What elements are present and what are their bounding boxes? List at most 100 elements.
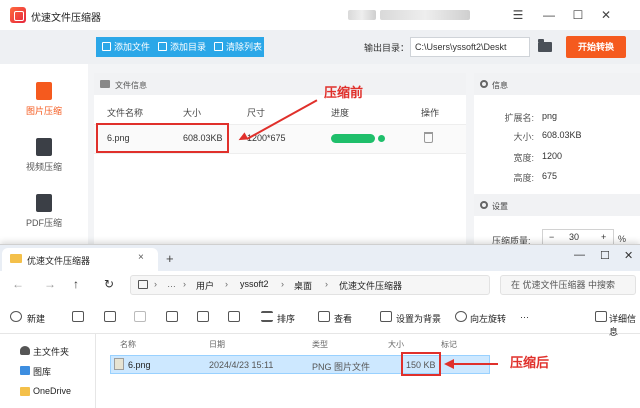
col-header-dims: 尺寸	[247, 108, 266, 118]
close-button[interactable]: ✕	[598, 7, 614, 23]
breadcrumb-users[interactable]: 用户	[196, 279, 214, 292]
col-header-size[interactable]: 大小	[388, 339, 404, 350]
rename-icon[interactable]	[166, 311, 178, 322]
clear-list-button[interactable]: 清除列表	[208, 37, 264, 57]
copy-icon[interactable]	[104, 311, 116, 322]
image-compress-icon	[36, 82, 52, 100]
view-icon	[318, 311, 330, 322]
info-key-size: 大小:	[513, 132, 534, 142]
quality-plus-button[interactable]: +	[601, 232, 606, 242]
folder-icon	[10, 254, 22, 263]
nav-onedrive[interactable]: OneDrive	[33, 386, 71, 396]
sidebar-item-image[interactable]: 图片压缩	[0, 72, 88, 128]
before-highlight-box	[96, 123, 229, 153]
done-check-icon	[378, 135, 385, 142]
quality-minus-button[interactable]: −	[549, 232, 554, 242]
screen: 优速文件压缩器 ☰ — ☐ ✕ 添加文件 添加目录 清除列表 输出目录： C:\…	[0, 0, 640, 408]
col-header-type[interactable]: 类型	[312, 339, 328, 350]
blurred-username	[380, 10, 470, 20]
breadcrumb-folder[interactable]: 优速文件压缩器	[339, 279, 402, 292]
explorer-close-button[interactable]: ✕	[624, 249, 633, 262]
explorer-tab-title: 优速文件压缩器	[27, 256, 91, 266]
breadcrumb-user[interactable]: yssoft2	[240, 279, 269, 289]
menu-icon[interactable]: ☰	[510, 7, 526, 23]
share-icon[interactable]	[197, 311, 209, 322]
breadcrumb-more[interactable]: …	[167, 279, 176, 289]
info-panel-title: 信息	[492, 81, 508, 90]
quality-value: 30	[569, 232, 580, 242]
background-icon	[380, 311, 392, 322]
sidebar-item-label: 视频压缩	[25, 162, 62, 172]
col-header-progress: 进度	[331, 108, 350, 118]
sidebar-item-pdf[interactable]: PDF压缩	[0, 184, 88, 240]
info-key-width: 宽度:	[513, 153, 534, 163]
add-file-icon	[102, 42, 111, 51]
more-commands-button[interactable]: ···	[520, 312, 529, 322]
video-compress-icon	[36, 138, 52, 156]
rotate-left-icon	[455, 311, 467, 322]
quality-unit: %	[618, 234, 627, 244]
explorer-minimize-button[interactable]: —	[574, 249, 585, 261]
blurred-avatar	[348, 10, 376, 20]
quality-stepper[interactable]: − 30 +	[542, 229, 614, 245]
add-dir-button[interactable]: 添加目录	[152, 37, 208, 57]
clear-list-label: 清除列表	[226, 42, 263, 52]
add-dir-label: 添加目录	[170, 42, 207, 52]
delete-file-icon[interactable]	[228, 311, 240, 322]
back-arrow-icon[interactable]: ←	[12, 277, 24, 291]
refresh-icon[interactable]: ↻	[104, 277, 114, 291]
nav-gallery[interactable]: 图库	[33, 365, 51, 378]
up-arrow-icon[interactable]: ↑	[73, 277, 79, 291]
browse-folder-icon[interactable]	[538, 39, 552, 52]
forward-arrow-icon[interactable]: →	[44, 277, 56, 291]
col-header-size: 大小	[183, 108, 202, 118]
explorer-maximize-button[interactable]: ☐	[600, 249, 610, 262]
monitor-icon	[138, 280, 148, 289]
cut-icon[interactable]	[72, 311, 84, 322]
pdf-compress-icon	[36, 194, 52, 212]
search-input[interactable]: 在 优速文件压缩器 中搜索	[500, 275, 636, 295]
sidebar-item-video[interactable]: 视频压缩	[0, 128, 88, 184]
col-header-action: 操作	[421, 108, 440, 118]
details-icon	[595, 311, 607, 322]
info-val-size: 608.03KB	[542, 130, 582, 140]
before-annotation: 压缩前	[324, 85, 364, 100]
app-logo-icon	[10, 7, 26, 23]
delete-icon[interactable]	[424, 132, 433, 143]
start-convert-button[interactable]: 开始转换	[566, 36, 626, 58]
col-header-name[interactable]: 名称	[120, 339, 136, 350]
new-tab-button[interactable]: +	[166, 251, 174, 266]
info-val-width: 1200	[542, 151, 563, 161]
maximize-button[interactable]: ☐	[570, 7, 586, 23]
view-button[interactable]: 查看	[334, 312, 352, 325]
rotate-left-button[interactable]: 向左旋转	[470, 312, 506, 325]
add-folder-icon	[158, 42, 167, 51]
minimize-button[interactable]: —	[541, 7, 557, 23]
col-header-tags[interactable]: 标记	[441, 339, 457, 350]
new-button[interactable]: 新建	[27, 312, 45, 325]
tab-close-icon[interactable]: ×	[138, 252, 144, 263]
breadcrumb-desktop[interactable]: 桌面	[294, 279, 312, 292]
details-button[interactable]: 详细信息	[609, 312, 640, 338]
clear-icon	[214, 42, 223, 51]
gear-icon	[480, 201, 488, 209]
home-icon	[20, 346, 30, 355]
add-file-button[interactable]: 添加文件	[96, 37, 152, 57]
paste-icon[interactable]	[134, 311, 146, 322]
image-icon	[100, 80, 110, 88]
set-background-button[interactable]: 设置为背景	[396, 312, 441, 325]
sort-icon	[261, 311, 273, 322]
col-header-date[interactable]: 日期	[209, 339, 225, 350]
app-title: 优速文件压缩器	[31, 13, 101, 24]
folder-icon	[20, 387, 30, 396]
sort-button[interactable]: 排序	[277, 312, 295, 325]
explorer-file-date: 2024/4/23 15:11	[209, 360, 274, 370]
image-file-icon	[114, 358, 124, 370]
breadcrumb-sep: ›	[325, 279, 328, 289]
file-list-panel	[94, 73, 466, 245]
info-key-height: 高度:	[513, 173, 534, 183]
gallery-icon	[20, 366, 30, 375]
nav-home[interactable]: 主文件夹	[33, 345, 69, 358]
output-path-field[interactable]: C:\Users\yssoft2\Deskt	[410, 37, 530, 57]
after-highlight-box	[401, 352, 441, 376]
